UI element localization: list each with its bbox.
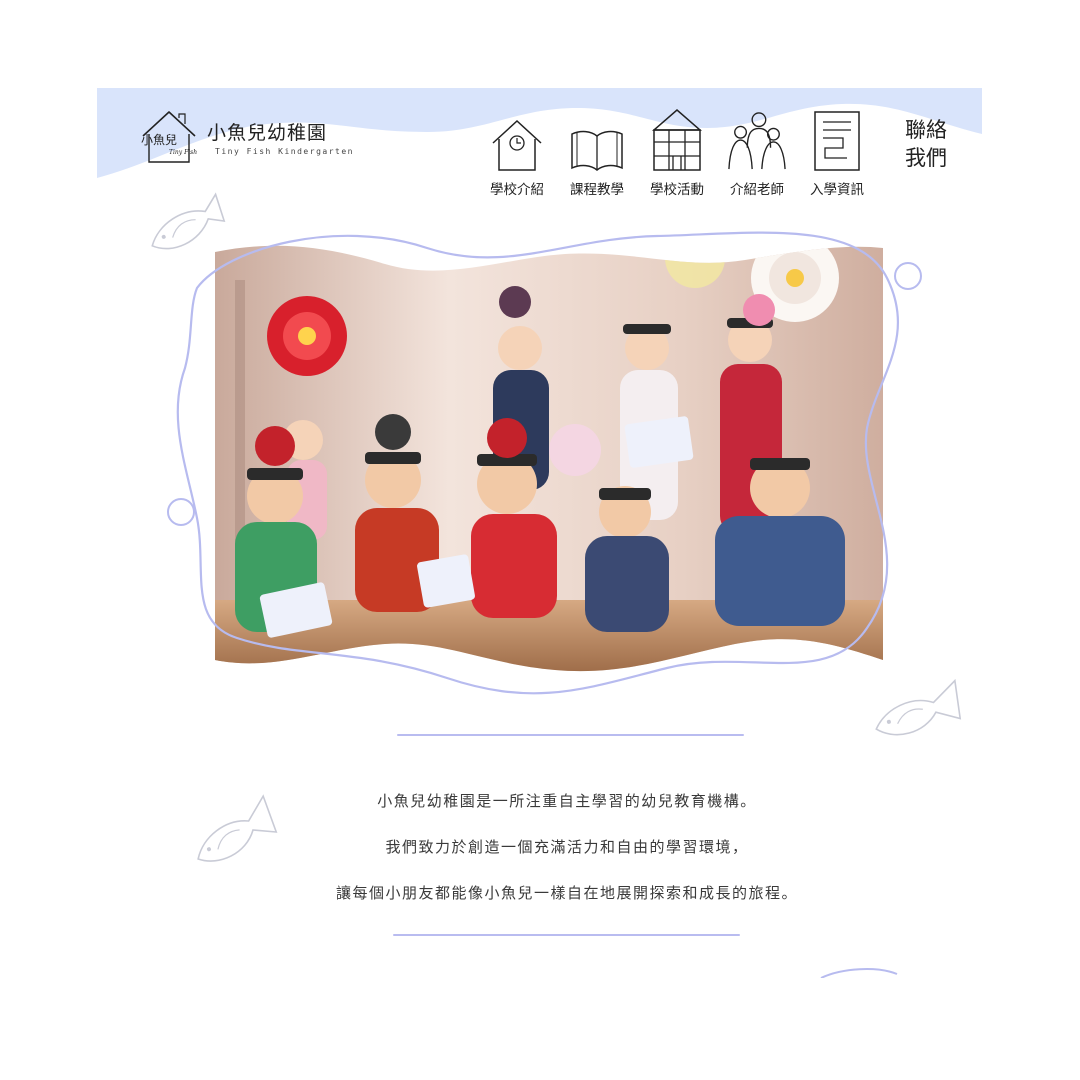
fish-icon (151, 192, 226, 250)
page-frame: 小魚兒 Tiny Fish 小魚兒幼稚園 Tiny Fish Kindergar… (97, 88, 982, 978)
intro-text: 小魚兒幼稚園是一所注重自主學習的幼兒教育機構。 我們致力於創造一個充滿活力和自由… (97, 778, 982, 916)
divider-bottom (393, 934, 740, 936)
intro-line: 小魚兒幼稚園是一所注重自主學習的幼兒教育機構。 (377, 792, 757, 810)
intro-line: 讓每個小朋友都能像小魚兒一樣自在地展開探索和成長的旅程。 (335, 884, 798, 902)
wave-decoration (820, 968, 898, 978)
wavy-outline-decoration (176, 231, 900, 695)
bubble-decoration (167, 498, 195, 526)
divider-top (397, 734, 744, 736)
fish-icon (875, 678, 962, 736)
bubble-decoration (894, 262, 922, 290)
intro-line: 我們致力於創造一個充滿活力和自由的學習環境， (385, 838, 749, 856)
